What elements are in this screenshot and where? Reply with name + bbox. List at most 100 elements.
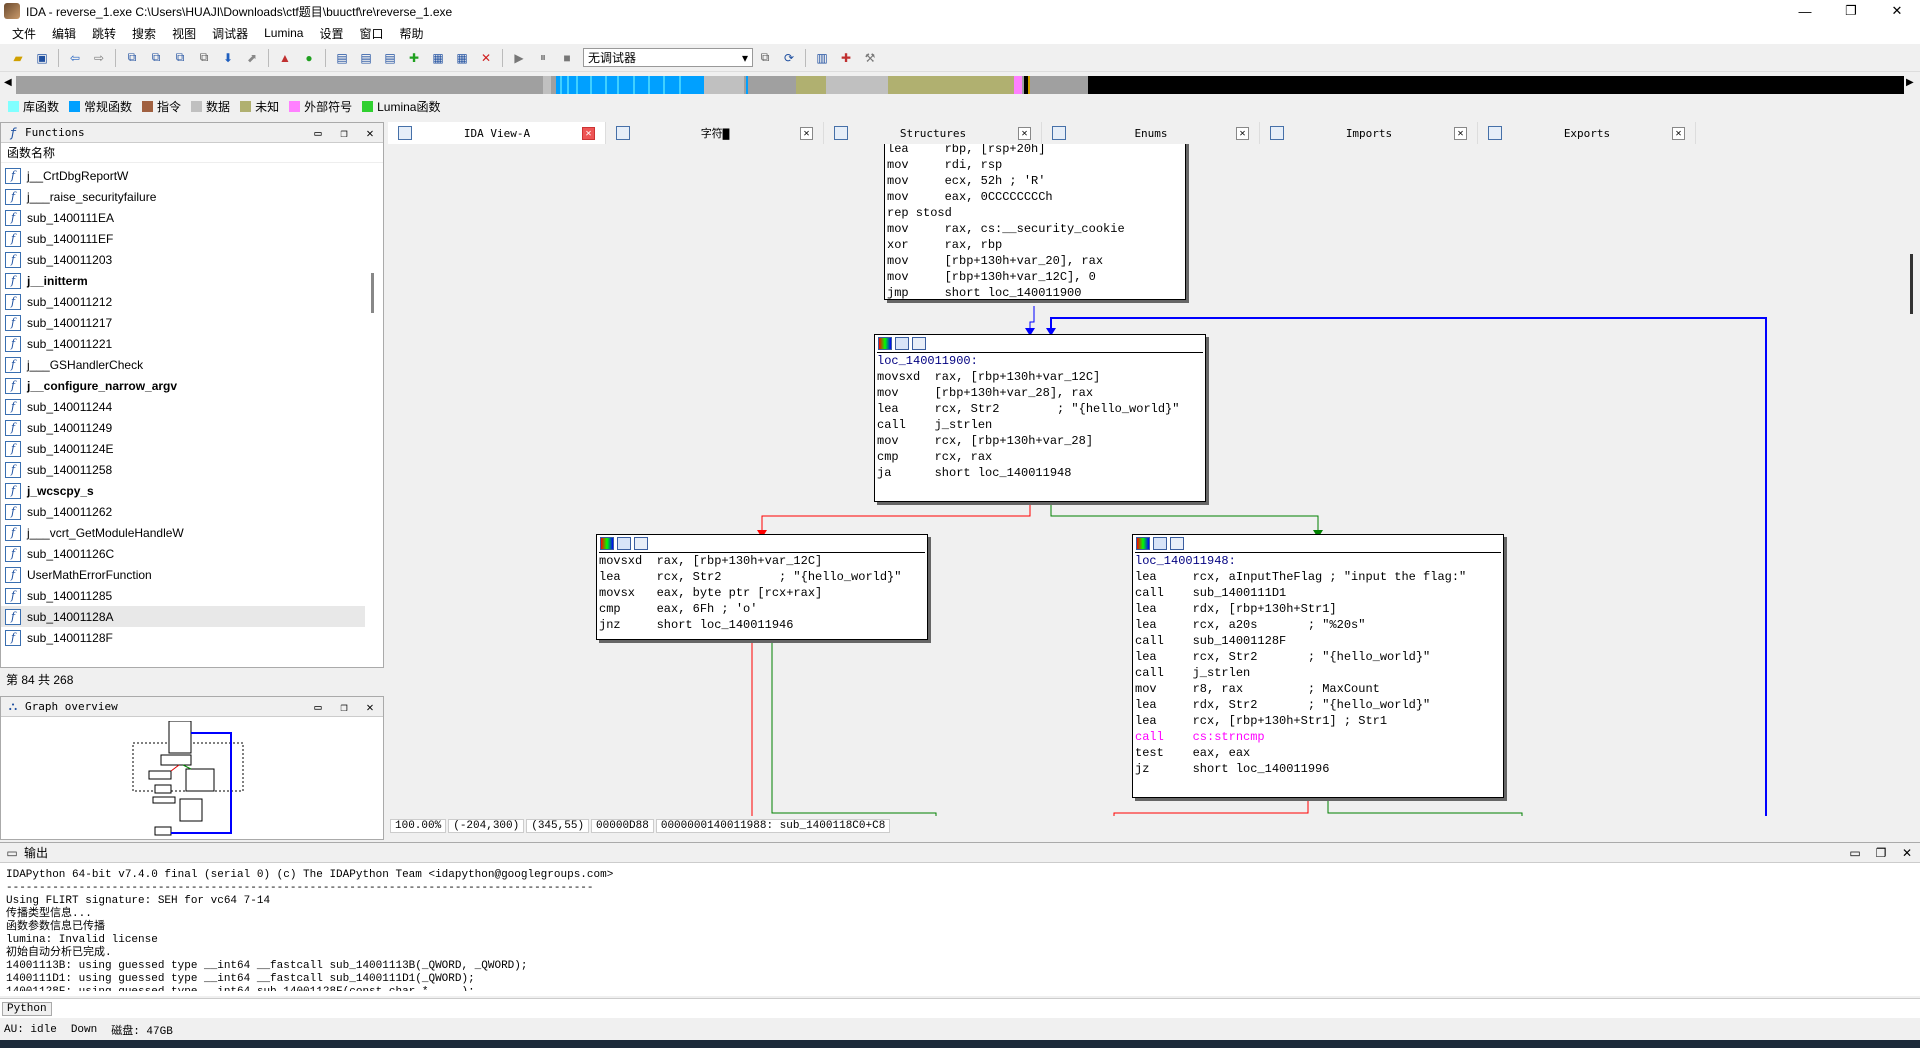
function-list-item[interactable]: f j__CrtDbgReportW — [1, 165, 365, 186]
forward-icon[interactable]: ⇨ — [89, 48, 109, 68]
scrollbar-thumb[interactable] — [1910, 254, 1913, 314]
patch-icon[interactable]: ⬈ — [242, 48, 262, 68]
panel-float-icon[interactable]: ❐ — [1868, 846, 1894, 860]
minimize-button[interactable]: — — [1782, 0, 1828, 22]
graph-overview-minimap[interactable] — [131, 721, 251, 837]
create-data-icon[interactable]: ▤ — [356, 48, 376, 68]
panel-close-icon[interactable]: ✕ — [357, 700, 383, 714]
code-block-prologue[interactable]: lea rbp, [rsp+20h] mov rdi, rsp mov ecx,… — [884, 144, 1186, 300]
run-icon[interactable]: ▶ — [509, 48, 529, 68]
attach-icon[interactable]: ⧉ — [755, 48, 775, 68]
array-icon[interactable]: ▦ — [452, 48, 472, 68]
panel-minimize-icon[interactable]: ▭ — [305, 126, 331, 140]
python-command-line[interactable]: Python — [0, 998, 1920, 1018]
search-next-icon[interactable]: ⧉ — [194, 48, 214, 68]
tab-imports[interactable]: Imports ✕ — [1260, 122, 1478, 144]
tab-structures[interactable]: Structures ✕ — [824, 122, 1042, 144]
pause-icon[interactable]: ⏸ — [533, 48, 553, 68]
open-icon[interactable]: ▰ — [8, 48, 28, 68]
panel-close-icon[interactable]: ✕ — [1894, 846, 1920, 860]
menu-debugger[interactable]: 调试器 — [212, 25, 248, 42]
breakpoints-icon[interactable]: ▥ — [812, 48, 832, 68]
block-color-icon[interactable] — [600, 537, 614, 550]
graph-icon[interactable]: ▲ — [275, 48, 295, 68]
code-block-loc-140011900[interactable]: loc_140011900: movsxd rax, [rbp+130h+var… — [874, 334, 1206, 502]
function-name-column-header[interactable]: 函数名称 — [1, 143, 383, 163]
tab-exports[interactable]: Exports ✕ — [1478, 122, 1696, 144]
block-rename-icon[interactable] — [895, 337, 909, 350]
navigation-strip[interactable] — [16, 76, 1904, 94]
jump-down-icon[interactable]: ⬇ — [218, 48, 238, 68]
function-list-item[interactable]: f sub_140011221 — [1, 333, 365, 354]
graph-scrollbar[interactable] — [1904, 144, 1920, 816]
create-function-icon[interactable]: ▤ — [332, 48, 352, 68]
create-string-icon[interactable]: ▤ — [380, 48, 400, 68]
menu-view[interactable]: 视图 — [172, 25, 196, 42]
text-search-icon[interactable]: ⧉ — [146, 48, 166, 68]
tab-close-icon[interactable]: ✕ — [582, 126, 595, 140]
function-list-item[interactable]: f j_wcscpy_s — [1, 480, 365, 501]
graph-view[interactable]: lea rbp, [rsp+20h] mov rdi, rsp mov ecx,… — [388, 144, 1904, 816]
function-list-item[interactable]: f sub_14001128F — [1, 627, 365, 648]
tab-enums[interactable]: Enums ✕ — [1042, 122, 1260, 144]
function-list-item[interactable]: f sub_140011203 — [1, 249, 365, 270]
close-button[interactable]: ✕ — [1874, 0, 1920, 22]
add-breakpoint-icon[interactable]: ✚ — [836, 48, 856, 68]
function-list-item[interactable]: f sub_14001128A — [1, 606, 365, 627]
function-list-item[interactable]: f sub_140011285 — [1, 585, 365, 606]
menu-help[interactable]: 帮助 — [399, 25, 423, 42]
menu-jump[interactable]: 跳转 — [92, 25, 116, 42]
nav-right-arrow-icon[interactable]: ▶ — [1906, 77, 1914, 88]
green-circle-icon[interactable]: ● — [299, 48, 319, 68]
binary-search-icon[interactable]: ⧉ — [122, 48, 142, 68]
function-list-item[interactable]: f sub_1400111EA — [1, 207, 365, 228]
function-list-item[interactable]: f sub_140011217 — [1, 312, 365, 333]
block-group-icon[interactable] — [912, 337, 926, 350]
block-rename-icon[interactable] — [617, 537, 631, 550]
debugger-select[interactable]: 无调试器 ▾ — [583, 48, 753, 67]
undefine-icon[interactable]: ✕ — [476, 48, 496, 68]
function-list-item[interactable]: f sub_140011258 — [1, 459, 365, 480]
function-list-item[interactable]: f sub_14001124E — [1, 438, 365, 459]
immediate-search-icon[interactable]: ⧉ — [170, 48, 190, 68]
function-list-item[interactable]: f sub_140011249 — [1, 417, 365, 438]
function-list-scrollbar[interactable] — [371, 273, 374, 313]
function-list-item[interactable]: f j___raise_securityfailure — [1, 186, 365, 207]
function-list-item[interactable]: f sub_140011212 — [1, 291, 365, 312]
save-icon[interactable]: ▣ — [32, 48, 52, 68]
panel-minimize-icon[interactable]: ▭ — [1842, 846, 1868, 860]
block-color-icon[interactable] — [878, 337, 892, 350]
output-log[interactable]: IDAPython 64-bit v7.4.0 final (serial 0)… — [6, 869, 1886, 991]
tab-close-icon[interactable]: ✕ — [1018, 126, 1031, 140]
tab-close-icon[interactable]: ✕ — [800, 126, 813, 140]
panel-float-icon[interactable]: ❐ — [331, 700, 357, 714]
function-list-item[interactable]: f sub_1400111EF — [1, 228, 365, 249]
panel-float-icon[interactable]: ❐ — [331, 126, 357, 140]
stop-icon[interactable]: ■ — [557, 48, 577, 68]
tab-ida-view-a[interactable]: IDA View-A ✕ — [388, 122, 606, 144]
maximize-button[interactable]: ❐ — [1828, 0, 1874, 22]
function-list-item[interactable]: f j___vcrt_GetModuleHandleW — [1, 522, 365, 543]
add-icon[interactable]: ✚ — [404, 48, 424, 68]
function-list-item[interactable]: f UserMathErrorFunction — [1, 564, 365, 585]
menu-lumina[interactable]: Lumina — [264, 26, 303, 40]
menu-edit[interactable]: 编辑 — [52, 25, 76, 42]
struct-icon[interactable]: ▦ — [428, 48, 448, 68]
function-list-item[interactable]: f sub_14001126C — [1, 543, 365, 564]
menu-windows[interactable]: 窗口 — [359, 25, 383, 42]
panel-minimize-icon[interactable]: ▭ — [305, 700, 331, 714]
function-list-item[interactable]: f sub_140011262 — [1, 501, 365, 522]
function-list-item[interactable]: f j__initterm — [1, 270, 365, 291]
block-rename-icon[interactable] — [1153, 537, 1167, 550]
block-group-icon[interactable] — [634, 537, 648, 550]
menu-options[interactable]: 设置 — [319, 25, 343, 42]
function-list-item[interactable]: f sub_140011244 — [1, 396, 365, 417]
tab-close-icon[interactable]: ✕ — [1672, 126, 1685, 140]
block-color-icon[interactable] — [1136, 537, 1150, 550]
tab-close-icon[interactable]: ✕ — [1454, 126, 1467, 140]
python-language-button[interactable]: Python — [2, 1001, 52, 1016]
function-list-item[interactable]: f j__configure_narrow_argv — [1, 375, 365, 396]
menu-search[interactable]: 搜索 — [132, 25, 156, 42]
menu-file[interactable]: 文件 — [12, 25, 36, 42]
tab-strings[interactable]: 字符▇ ✕ — [606, 122, 824, 144]
